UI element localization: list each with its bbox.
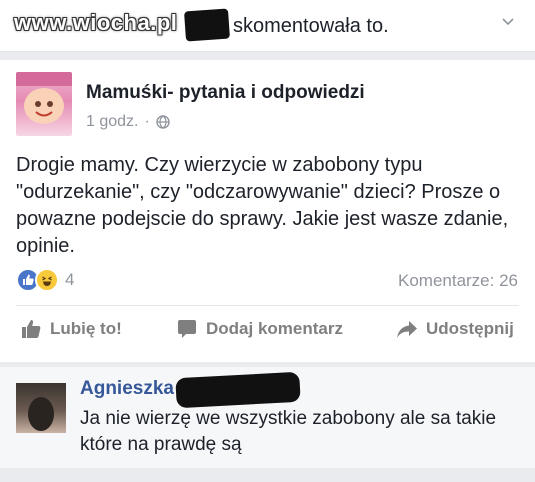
comment-label: Dodaj komentarz	[206, 319, 343, 338]
separator	[0, 52, 535, 60]
group-avatar[interactable]	[16, 72, 72, 136]
comment-text: Ja nie wierzę we wszystkie zabobony ale …	[80, 408, 497, 455]
post-body: Drogie mamy. Czy wierzycie w zabobony ty…	[16, 154, 509, 257]
share-arrow-icon	[397, 321, 417, 338]
haha-reaction-icon	[35, 268, 59, 292]
like-button[interactable]: Lubię to!	[20, 318, 122, 340]
divider	[16, 305, 519, 306]
post-time[interactable]: 1 godz.	[86, 113, 138, 131]
globe-icon	[156, 115, 170, 129]
notification-text: skomentowała to.	[233, 15, 389, 37]
avatar[interactable]	[16, 383, 66, 433]
comment-author-link[interactable]: Agnieszka	[80, 378, 174, 400]
redaction-mark	[184, 8, 230, 42]
share-label: Udostępnij	[426, 319, 514, 338]
post-meta: 1 godz. ·	[86, 113, 170, 131]
reactions-count: 4	[65, 270, 75, 289]
comment-button[interactable]: Dodaj komentarz	[176, 318, 343, 340]
comments-count-link[interactable]: Komentarze: 26	[398, 271, 518, 291]
thumbs-up-icon	[22, 320, 41, 338]
group-name-link[interactable]: Mamuśki- pytania i odpowiedzi	[86, 82, 365, 104]
reactions-summary[interactable]: 4	[16, 268, 74, 292]
post-actions: Lubię to! Dodaj komentarz Udostępnij	[0, 318, 535, 358]
like-label: Lubię to!	[50, 319, 122, 338]
comment-bubble-icon	[178, 320, 196, 338]
meta-separator: ·	[144, 113, 150, 130]
notification-bar: www.wiocha.pl skomentowała to.	[0, 0, 535, 52]
share-button[interactable]: Udostępnij	[396, 318, 514, 340]
watermark: www.wiocha.pl	[14, 10, 178, 35]
separator	[0, 468, 535, 482]
chevron-down-icon[interactable]	[500, 13, 516, 29]
